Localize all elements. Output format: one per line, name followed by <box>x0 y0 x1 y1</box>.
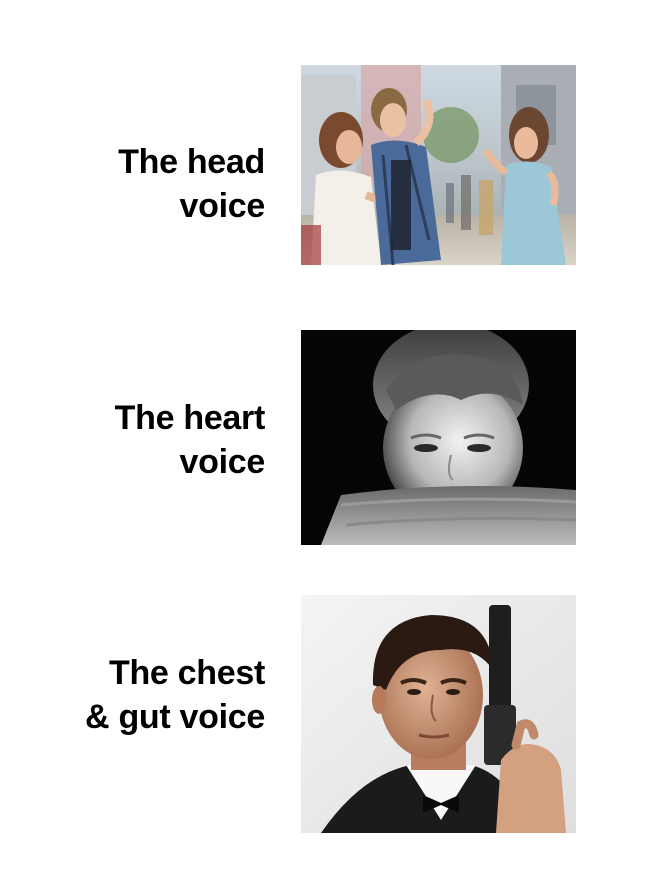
label-line: The head <box>118 143 265 181</box>
label-line: voice <box>179 443 266 481</box>
label-line: voice <box>179 187 266 225</box>
label-line: The chest <box>108 654 265 692</box>
sad-child-bw-photo <box>301 330 576 545</box>
panel-label: The heart voice <box>114 396 266 484</box>
man-in-tuxedo-with-pistol-photo <box>301 595 576 833</box>
distracted-boyfriend-photo <box>301 65 576 265</box>
label-line: The heart <box>114 399 266 437</box>
panel-label: The head voice <box>118 140 265 228</box>
panel-label: The chest & gut voice <box>85 651 265 739</box>
label-line: & gut voice <box>85 698 265 736</box>
